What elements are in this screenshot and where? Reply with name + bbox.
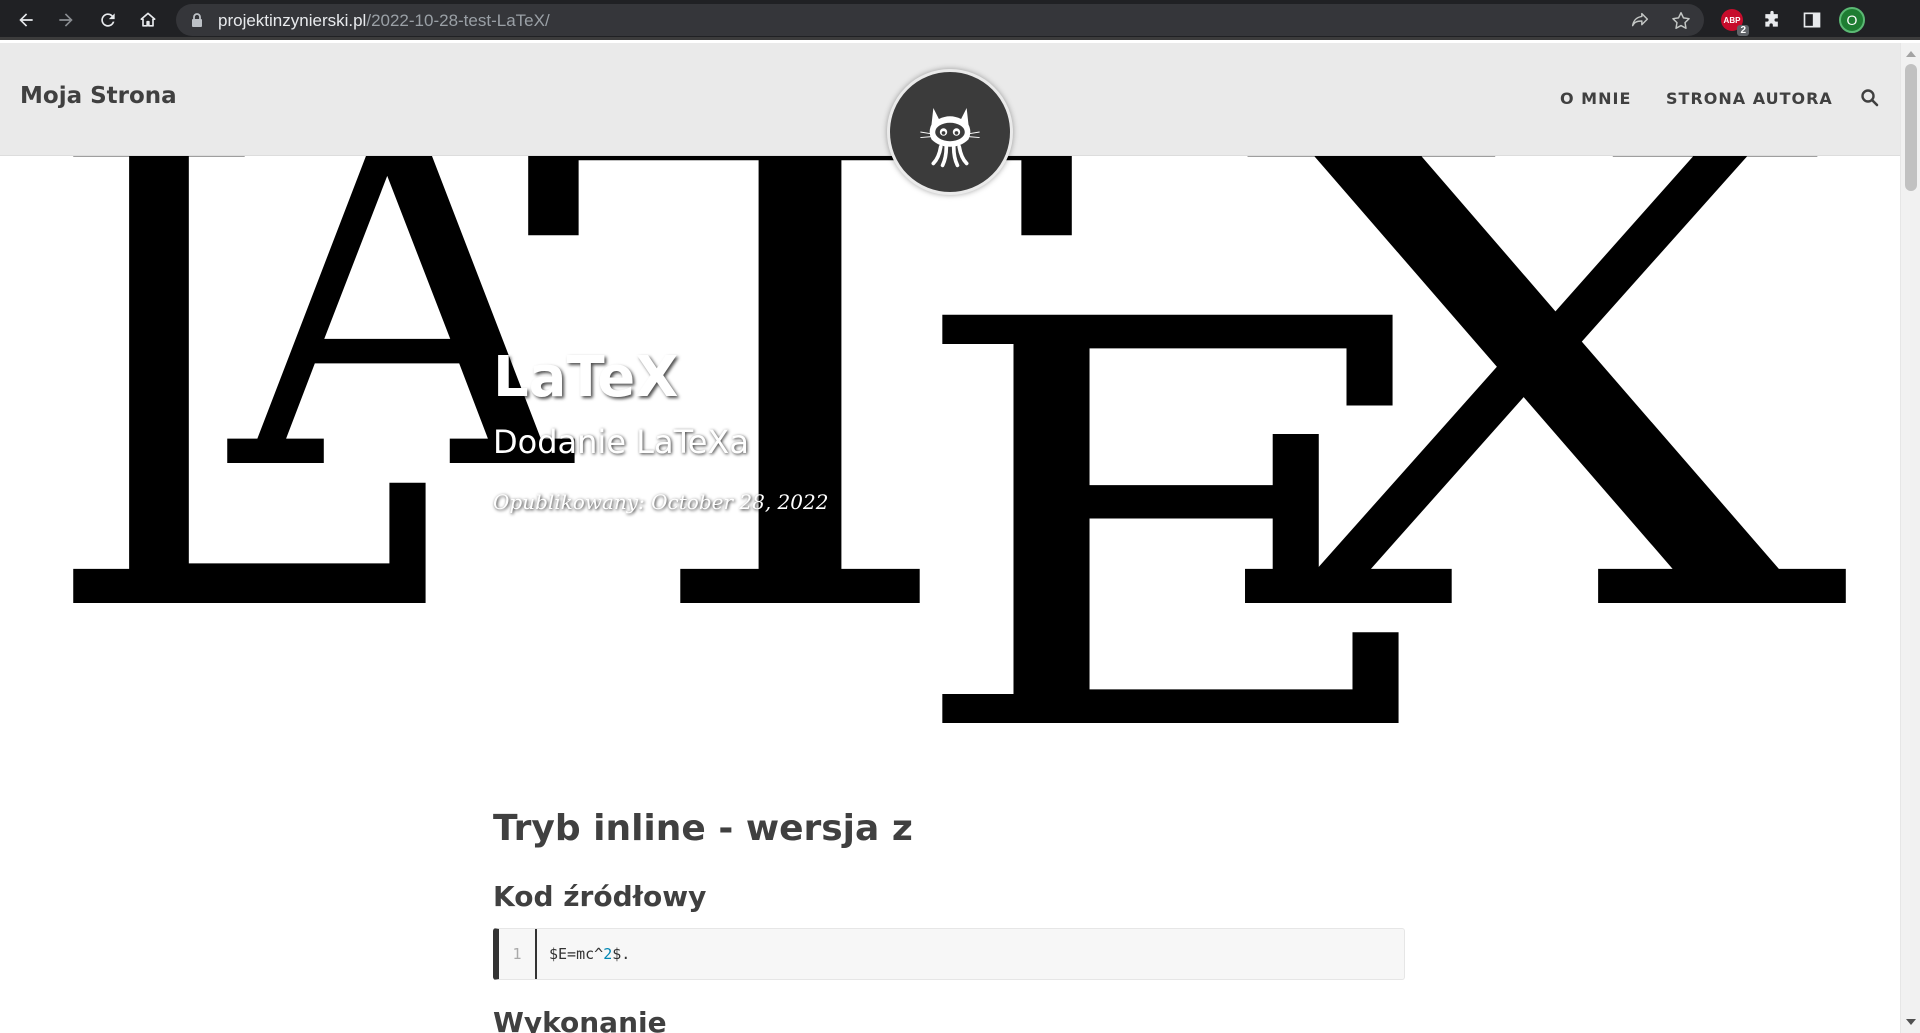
avatar[interactable]: [887, 69, 1013, 195]
site-brand-link[interactable]: Moja Strona: [20, 83, 177, 109]
nav-link-strona-autora[interactable]: STRONA AUTORA: [1666, 89, 1833, 108]
page-viewport: L A T E X Moja Strona O MNIE STRONA AUTO…: [0, 43, 1900, 1033]
bookmark-star-icon[interactable]: [1670, 10, 1692, 32]
adblock-icon: ABP 2: [1721, 9, 1749, 36]
nav-link-o-mnie[interactable]: O MNIE: [1560, 89, 1631, 108]
home-button[interactable]: [134, 6, 162, 34]
octocat-icon: [920, 107, 980, 168]
extensions-button[interactable]: [1758, 6, 1786, 34]
post-date: Opublikowany: October 28, 2022: [493, 490, 829, 514]
back-arrow-icon: [19, 13, 33, 27]
adblock-extension-button[interactable]: ABP 2: [1718, 6, 1749, 36]
reload-icon: [101, 13, 115, 27]
reload-button[interactable]: [94, 6, 122, 34]
url-text: projektinzynierski.pl/2022-10-28-test-La…: [218, 11, 550, 30]
browser-toolbar: projektinzynierski.pl/2022-10-28-test-La…: [0, 0, 1920, 40]
forward-arrow-icon: [59, 13, 73, 27]
scroll-up-arrow-icon[interactable]: [1906, 51, 1916, 57]
forward-button[interactable]: [52, 6, 80, 34]
side-panel-icon: [1803, 12, 1821, 28]
heading-inline-mode: Tryb inline - wersja z: [493, 808, 913, 849]
address-bar[interactable]: projektinzynierski.pl/2022-10-28-test-La…: [176, 4, 1704, 36]
back-button[interactable]: [12, 6, 40, 34]
page-scrollbar[interactable]: [1900, 43, 1920, 1033]
code-line: $E=mc^2$.: [549, 945, 631, 963]
heading-result: Wykonanie: [493, 1006, 667, 1033]
profile-avatar: O: [1839, 7, 1865, 33]
lock-icon: [192, 13, 202, 27]
scroll-down-arrow-icon[interactable]: [1906, 1019, 1916, 1025]
scrollbar-thumb[interactable]: [1905, 64, 1917, 191]
share-icon[interactable]: [1629, 10, 1651, 32]
home-icon: [140, 12, 156, 27]
heading-source-code: Kod źródłowy: [493, 880, 707, 913]
code-block: 1 $E=mc^2$.: [493, 928, 1405, 980]
code-line-number: 1: [499, 929, 537, 979]
puzzle-icon: [1765, 10, 1778, 27]
adblock-label: ABP: [1723, 15, 1741, 25]
page-subtitle: Dodanie LaTeXa: [493, 423, 749, 461]
side-panel-button[interactable]: [1798, 6, 1826, 34]
page-title: LaTeX: [493, 345, 679, 410]
adblock-count-badge: 2: [1737, 25, 1749, 36]
profile-button[interactable]: O: [1838, 6, 1866, 34]
search-icon[interactable]: [1860, 88, 1880, 108]
